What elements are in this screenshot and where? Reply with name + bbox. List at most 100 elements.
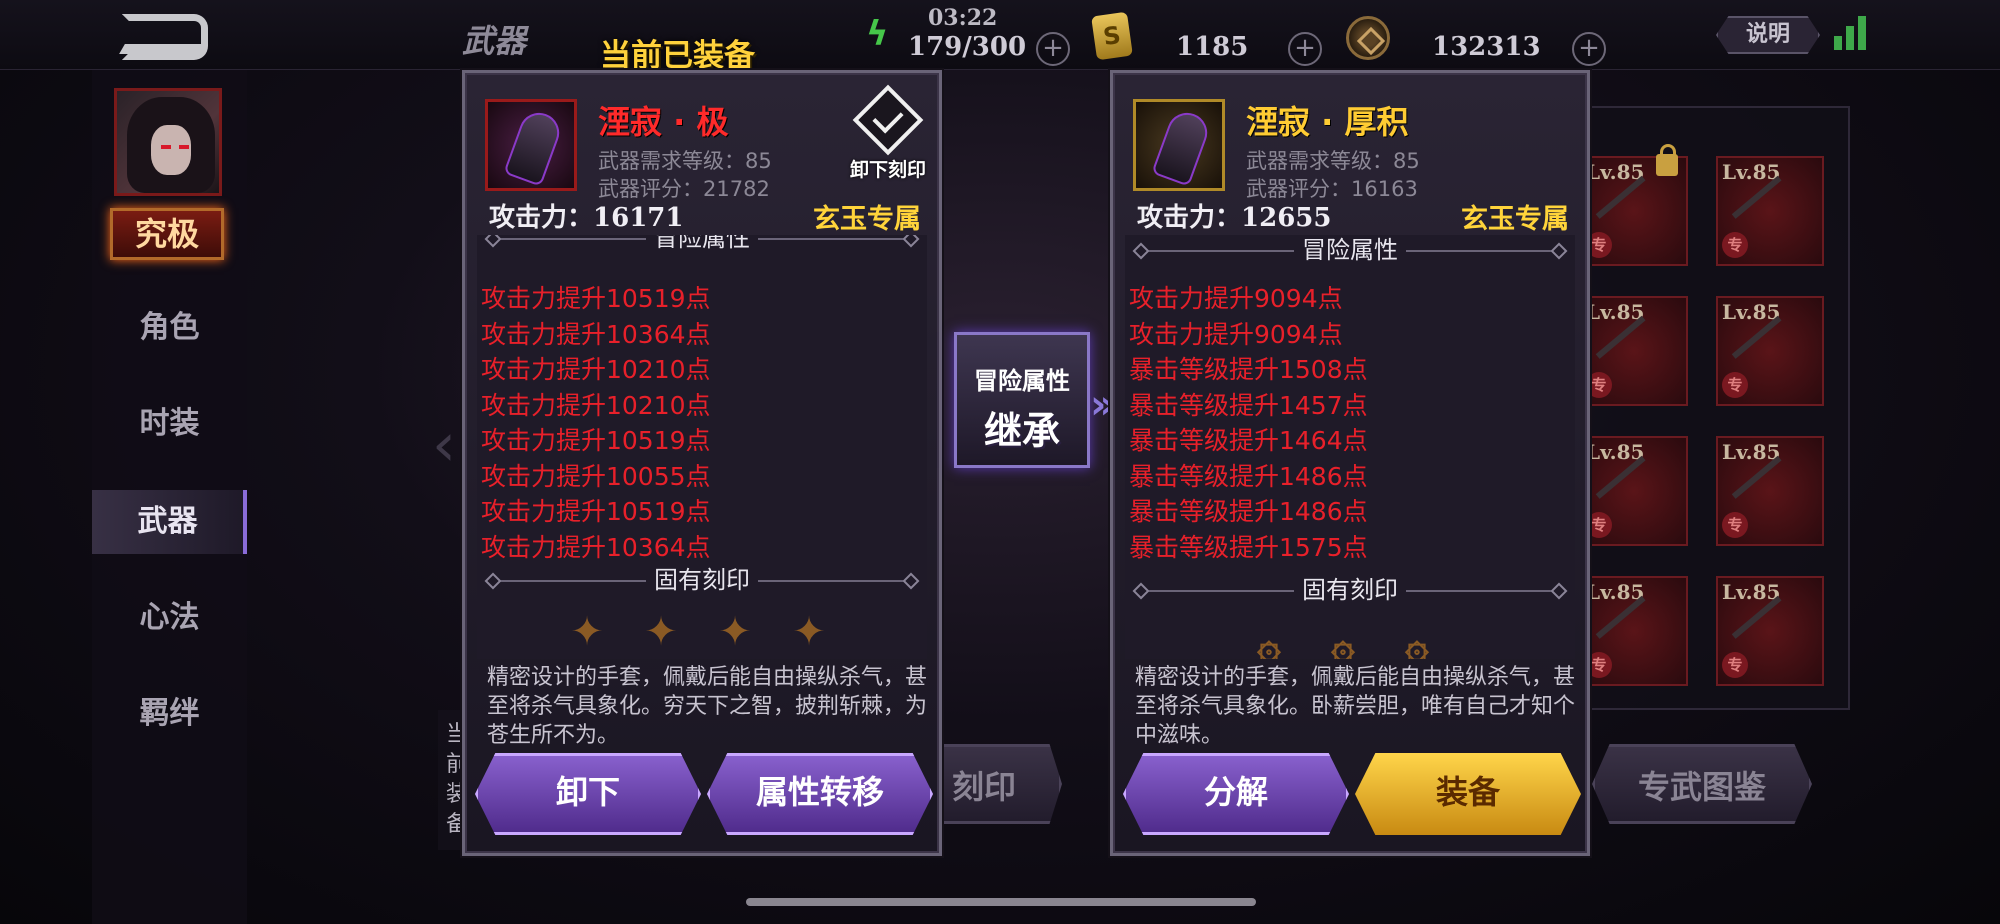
rune-icon: ۞ [1405,623,1429,659]
imprint-header: 固有刻印 [477,565,927,595]
weapon-screen: 武器 ϟ 03:22 179/300 + S 1185 + 132313 + 说… [0,0,2000,924]
attack-stat: 攻击力：12655 [1137,197,1331,234]
imprint-title: 固有刻印 [646,566,758,594]
avatar-face [151,125,191,175]
stat-line: 攻击力提升9094点 [1129,320,1343,349]
glove-icon [1151,107,1213,187]
sidebar-item-weapon[interactable]: 武器 [92,490,247,554]
adventure-attr-header: 冒险属性 [477,235,927,253]
exclusive-label: 玄玉专属 [813,204,921,235]
back-button[interactable] [119,14,208,60]
stat-line: 暴击等级提升1508点 [1129,355,1368,384]
inherit-line1: 冒险属性 [974,367,1070,395]
stat-line: 攻击力提升10364点 [481,320,711,349]
rune-icon: ✦ [570,609,604,655]
weapon-slot[interactable]: Lv.85 专 [1716,436,1824,546]
page-title: 武器 [462,22,527,60]
exclusive-label: 玄玉专属 [1461,204,1569,235]
add-stamina-button[interactable]: + [1036,32,1070,66]
stat-line: 暴击等级提升1575点 [1129,533,1368,562]
adventure-attr-header: 冒险属性 [1125,235,1575,265]
exclusive-badge: 专 [1722,652,1748,678]
weapon-icon [1133,99,1225,191]
attack-label: 攻击力： [489,203,594,233]
exclusive-badge: 专 [1722,232,1748,258]
sidebar-item-fashion[interactable]: 时装 [92,392,247,456]
add-gold-button[interactable]: + [1288,32,1322,66]
weapon-required-level: 武器需求等级：85 [598,149,772,173]
attack-value: 12655 [1241,203,1332,233]
weapon-icon [485,99,577,191]
weapon-slot[interactable]: Lv.85 专 [1580,436,1688,546]
rune-icon: ۞ [1331,623,1355,659]
weapon-slot[interactable]: Lv.85 专 [1580,576,1688,686]
stat-list: 冒险属性 攻击力提升9094点 攻击力提升9094点 暴击等级提升1508点 暴… [1125,235,1575,659]
stat-line: 暴击等级提升1457点 [1129,391,1368,420]
lightning-icon: ϟ [866,14,889,54]
weapon-name: 湮寂 · 极 [598,103,729,141]
equip-button[interactable]: 装备 [1355,753,1581,835]
inherit-adventure-attr-button[interactable]: 冒险属性 继承 [954,332,1090,468]
stat-line: 暴击等级提升1486点 [1129,462,1368,491]
sidebar-item-bond[interactable]: 羁绊 [92,682,247,746]
exclusive-badge: 专 [1722,372,1748,398]
attack-label: 攻击力： [1137,203,1242,233]
add-jade-button[interactable]: + [1572,32,1606,66]
home-indicator[interactable] [746,898,1256,906]
inherit-line2: 继承 [983,409,1060,453]
stat-line: 攻击力提升9094点 [1129,284,1343,313]
unimprint-button[interactable]: 卸下刻印 [845,84,931,183]
equipped-weapon-card: 湮寂 · 极 武器需求等级：85 武器评分：21782 卸下刻印 攻击力：161… [462,70,942,856]
sidebar-item-character[interactable]: 角色 [92,296,247,360]
selected-weapon-card: 湮寂 · 厚积 武器需求等级：85 武器评分：16163 攻击力：12655 玄… [1110,70,1590,856]
clock: 03:22 [928,5,998,31]
weapon-slot[interactable]: Lv.85 专 [1716,296,1824,406]
imprint-header: 固有刻印 [1125,575,1575,605]
stat-line: 攻击力提升10519点 [481,284,711,313]
signal-icon [1834,14,1874,50]
weapon-description: 精密设计的手套，佩戴后能自由操纵杀气，甚至将杀气具象化。卧薪尝胆，唯有自己才知个… [1135,665,1576,748]
equipped-title: 当前已装备 [600,38,755,74]
stamina-value: 179/300 [908,32,1027,62]
rune-icon: ✦ [644,609,678,655]
stat-line: 攻击力提升10210点 [481,391,711,420]
exclusive-atlas-button[interactable]: 专武图鉴 [1592,744,1812,824]
jade-icon [1346,16,1390,60]
weapon-name: 湮寂 · 厚积 [1246,103,1409,141]
jade-value: 132313 [1432,32,1541,62]
back-arrow-bar [119,44,205,54]
stat-line: 攻击力提升10364点 [481,533,711,562]
gold-value: 1185 [1176,32,1249,62]
stat-line: 暴击等级提升1486点 [1129,497,1368,526]
attribute-transfer-button[interactable]: 属性转移 [707,753,933,835]
rune-icon: ۞ [1257,623,1281,659]
avatar-eye [179,145,189,149]
sidebar-item-mind-skill[interactable]: 心法 [92,586,247,650]
exclusive-badge: 专 [1722,512,1748,538]
avatar-eye [161,145,171,149]
lock-icon [1656,144,1678,176]
decompose-button[interactable]: 分解 [1123,753,1349,835]
weapon-slot[interactable]: Lv.85 专 [1716,156,1824,266]
rune-icon: ✦ [718,609,752,655]
adventure-attr-title: 冒险属性 [646,235,758,252]
help-button[interactable]: 说明 [1716,16,1820,54]
attack-value: 16171 [593,203,684,233]
rank-badge: 究极 [110,208,224,260]
attack-stat: 攻击力：16171 [489,197,683,234]
stat-line: 攻击力提升10055点 [481,462,711,491]
weapon-slot[interactable]: Lv.85 专 [1580,296,1688,406]
rune-icon: ✦ [792,609,826,655]
unequip-button[interactable]: 卸下 [475,753,701,835]
weapon-slot[interactable]: Lv.85 专 [1716,576,1824,686]
stat-line: 攻击力提升10519点 [481,426,711,455]
adventure-attr-title: 冒险属性 [1294,236,1406,264]
coin-icon: S [1091,11,1133,61]
stat-line: 暴击等级提升1464点 [1129,426,1368,455]
unimprint-label: 卸下刻印 [849,159,926,181]
weapon-description: 精密设计的手套，佩戴后能自由操纵杀气，甚至将杀气具象化。穷天下之智，披荆斩棘，为… [487,665,928,748]
imprint-title: 固有刻印 [1294,576,1406,604]
character-avatar[interactable] [114,88,222,196]
stat-line: 攻击力提升10210点 [481,355,711,384]
stat-list: 冒险属性 攻击力提升10519点 攻击力提升10364点 攻击力提升10210点… [477,235,927,659]
